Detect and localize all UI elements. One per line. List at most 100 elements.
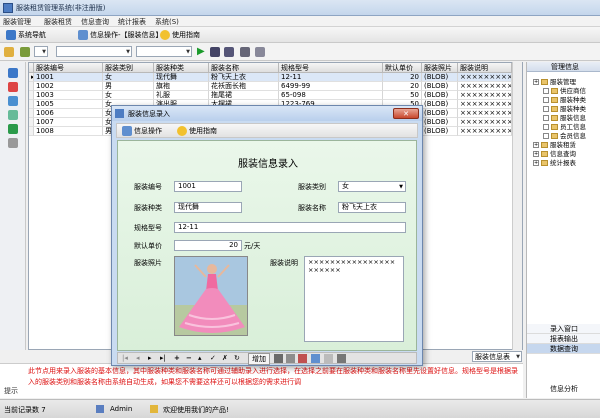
remove-record-icon[interactable]: − bbox=[186, 354, 192, 362]
column-header[interactable]: 服装种类 bbox=[154, 63, 209, 73]
code-field[interactable]: 1001 bbox=[174, 181, 242, 192]
grid-cell[interactable]: 50 bbox=[383, 91, 422, 100]
info-analysis-link[interactable]: 信息分析 bbox=[527, 384, 600, 394]
grid-cell[interactable]: 1007 bbox=[34, 118, 103, 127]
grid-cell[interactable]: 粉飞天上衣 bbox=[209, 73, 279, 82]
excel-icon[interactable] bbox=[8, 124, 18, 134]
grid-cell[interactable]: 现代舞 bbox=[154, 73, 209, 82]
grid-cell[interactable]: 礼服 bbox=[154, 91, 209, 100]
grid-cell[interactable]: 男 bbox=[103, 82, 154, 91]
value-dropdown[interactable]: ▼ bbox=[136, 46, 192, 57]
refresh-icon[interactable] bbox=[8, 96, 18, 106]
table-selector[interactable]: 服装信息表 ▼ bbox=[472, 351, 522, 362]
column-header[interactable]: 服装名称 bbox=[209, 63, 279, 73]
first-record-icon[interactable]: |◂ bbox=[122, 354, 128, 362]
save-icon[interactable] bbox=[337, 354, 346, 363]
grid-cell[interactable]: (BLOB) bbox=[422, 127, 458, 136]
name-field[interactable]: 粉飞天上衣 bbox=[338, 202, 406, 213]
grid-cell[interactable]: 女 bbox=[103, 91, 154, 100]
column-header[interactable]: 服装照片 bbox=[422, 63, 458, 73]
search-icon[interactable] bbox=[210, 47, 220, 57]
description-field[interactable]: ×××××××××××××××××××××× bbox=[304, 256, 404, 342]
delete-photo-icon[interactable] bbox=[298, 354, 307, 363]
column-header[interactable]: 规格型号 bbox=[279, 63, 383, 73]
menu-item-query[interactable]: 信息查询 bbox=[81, 17, 109, 27]
delete-icon[interactable] bbox=[8, 82, 18, 92]
trash-icon[interactable] bbox=[8, 138, 18, 148]
next-record-icon[interactable]: ▸ bbox=[148, 354, 152, 362]
menu-item-report[interactable]: 统计报表 bbox=[118, 17, 146, 27]
grid-cell[interactable]: 1006 bbox=[34, 109, 103, 118]
edit-record-icon[interactable]: ▴ bbox=[198, 354, 202, 362]
grid-cell[interactable]: 1005 bbox=[34, 100, 103, 109]
prev-record-icon[interactable]: ◂ bbox=[136, 354, 140, 362]
grid-cell[interactable]: 女 bbox=[103, 73, 154, 82]
report-output-link[interactable]: 报表输出 bbox=[527, 334, 600, 344]
price-field[interactable]: 20 bbox=[174, 240, 242, 251]
table-icon[interactable] bbox=[8, 68, 18, 78]
grid-cell[interactable]: 1008 bbox=[34, 127, 103, 136]
grid-cell[interactable]: ××××××××××× bbox=[458, 109, 512, 118]
kind-field[interactable]: 现代舞 bbox=[174, 202, 242, 213]
grid-cell[interactable]: (BLOB) bbox=[422, 100, 458, 109]
data-query-link[interactable]: 数据查询 bbox=[527, 344, 600, 354]
expand-toggle-icon[interactable]: + bbox=[533, 160, 539, 166]
grid-cell[interactable]: 旗袍 bbox=[154, 82, 209, 91]
grid-cell[interactable]: (BLOB) bbox=[422, 91, 458, 100]
menu-item-clothing[interactable]: 服装管理 bbox=[3, 17, 31, 27]
grid-vertical-scrollbar[interactable] bbox=[512, 62, 522, 350]
tree-node[interactable]: + 统计报表 bbox=[533, 157, 576, 167]
grid-cell[interactable]: 6499-99 bbox=[279, 82, 383, 91]
column-header[interactable]: 默认单价 bbox=[383, 63, 422, 73]
print-icon[interactable] bbox=[274, 354, 283, 363]
column-header[interactable]: 服装类别 bbox=[103, 63, 154, 73]
grid-cell[interactable]: (BLOB) bbox=[422, 82, 458, 91]
grid-cell[interactable]: 1003 bbox=[34, 91, 103, 100]
grid-cell[interactable]: ××××××××××× bbox=[458, 91, 512, 100]
import-icon[interactable] bbox=[8, 110, 18, 120]
grid-cell[interactable]: ××××××××××× bbox=[458, 127, 512, 136]
grid-cell[interactable]: (BLOB) bbox=[422, 73, 458, 82]
grid-cell[interactable]: 20 bbox=[383, 73, 422, 82]
clothing-photo[interactable] bbox=[174, 256, 248, 336]
add-record-icon[interactable]: + bbox=[174, 354, 180, 362]
column-header[interactable]: 服装说明 bbox=[458, 63, 512, 73]
play-icon[interactable]: ▶ bbox=[197, 46, 205, 57]
grid-cell[interactable]: 65-098 bbox=[279, 91, 383, 100]
field-dropdown[interactable]: ▼ bbox=[56, 46, 132, 57]
preview-icon[interactable] bbox=[286, 354, 295, 363]
print-icon[interactable] bbox=[255, 47, 265, 57]
search-icon[interactable] bbox=[311, 354, 320, 363]
column-header[interactable]: 服装编号 bbox=[34, 63, 103, 73]
menu-item-system[interactable]: 系统(S) bbox=[155, 17, 179, 27]
spec-field[interactable]: 12-11 bbox=[174, 222, 406, 233]
last-record-icon[interactable]: ▸| bbox=[160, 354, 166, 362]
help-tab[interactable]: 使用指南 bbox=[160, 30, 200, 40]
add-button[interactable]: 增加 bbox=[248, 353, 270, 365]
play-icon[interactable] bbox=[324, 354, 333, 363]
grid-cell[interactable]: 拖尾裙 bbox=[209, 91, 279, 100]
category-select[interactable]: 女 ▼ bbox=[338, 181, 406, 192]
grid-cell[interactable]: 1002 bbox=[34, 82, 103, 91]
grid-cell[interactable]: (BLOB) bbox=[422, 118, 458, 127]
edit-dropdown[interactable]: ▼ bbox=[34, 46, 48, 57]
dialog-help-tab[interactable]: 使用指南 bbox=[177, 126, 217, 136]
grid-cell[interactable]: ××××××××××× bbox=[458, 118, 512, 127]
cancel-record-icon[interactable]: ✗ bbox=[222, 354, 228, 362]
menu-item-rental[interactable]: 服装租赁 bbox=[44, 17, 72, 27]
find-next-icon[interactable] bbox=[224, 47, 234, 57]
grid-cell[interactable]: (BLOB) bbox=[422, 109, 458, 118]
grid-cell[interactable]: 12-11 bbox=[279, 73, 383, 82]
close-icon[interactable]: ✕ bbox=[393, 108, 419, 119]
grid-cell[interactable]: ××××××××××× bbox=[458, 100, 512, 109]
expand-toggle-icon[interactable]: + bbox=[533, 79, 539, 85]
key-icon[interactable] bbox=[20, 47, 30, 57]
refresh-record-icon[interactable]: ↻ bbox=[234, 354, 240, 362]
dialog-info-tab[interactable]: 信息操作 bbox=[122, 126, 162, 136]
replace-icon[interactable] bbox=[240, 47, 250, 57]
info-op-tab[interactable]: 信息操作-【服装信息】 bbox=[78, 30, 163, 40]
grid-cell[interactable]: ××××××××××× bbox=[458, 73, 512, 82]
grid-cell[interactable]: 1001 bbox=[34, 73, 103, 82]
grid-cell[interactable]: ××××××××××× bbox=[458, 82, 512, 91]
grid-cell[interactable]: 花袄面长袍 bbox=[209, 82, 279, 91]
